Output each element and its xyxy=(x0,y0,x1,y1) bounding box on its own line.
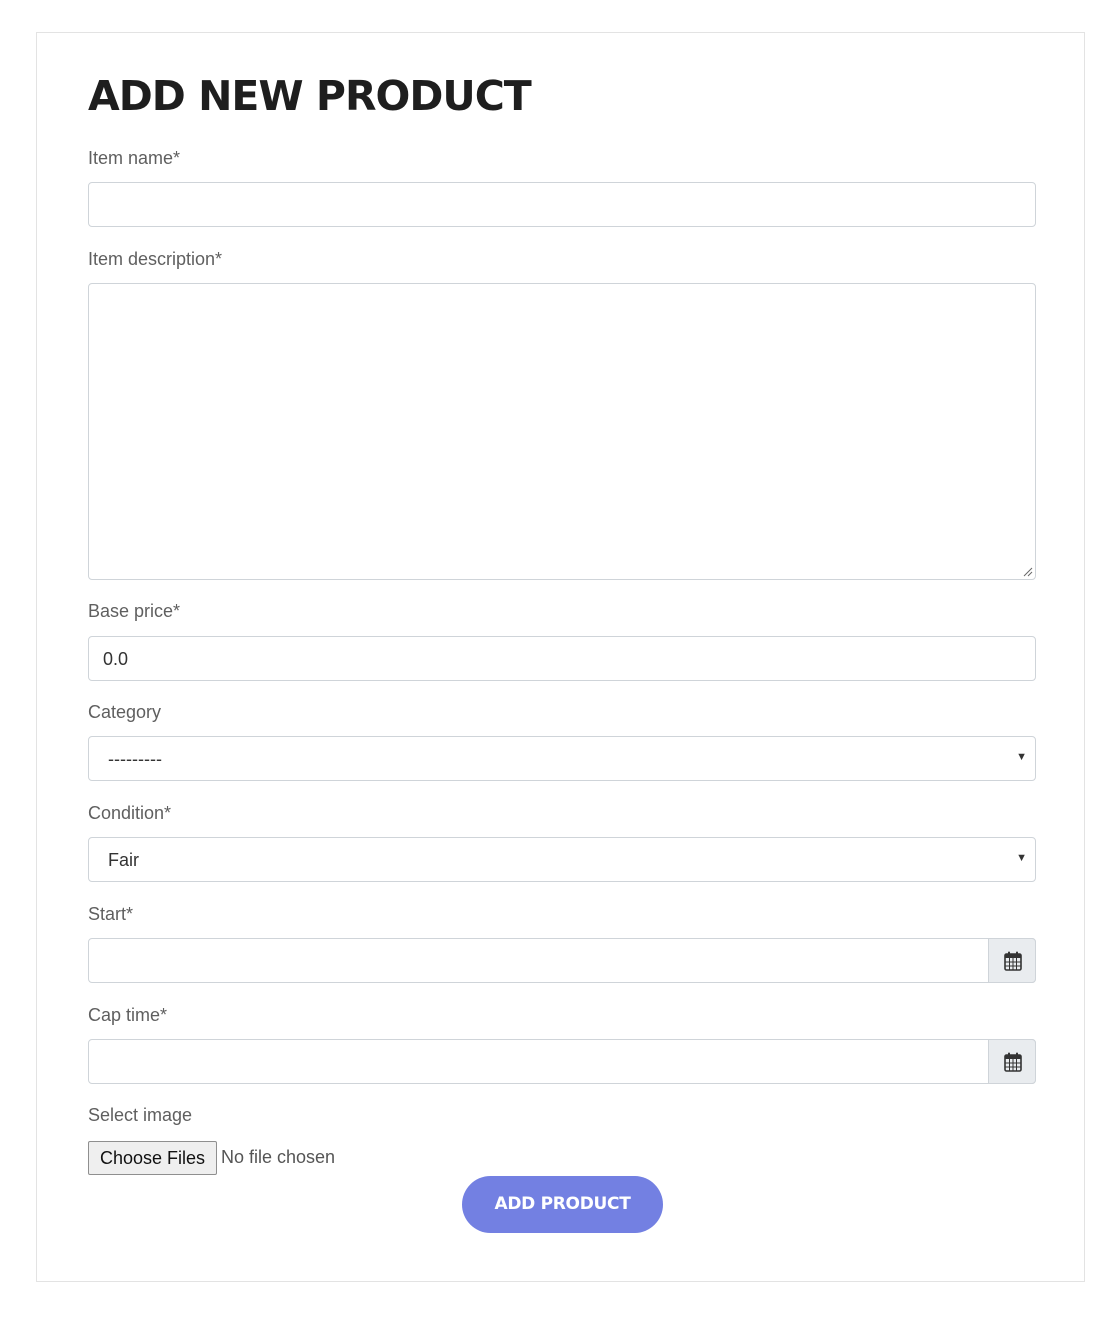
resize-grip-icon[interactable] xyxy=(1023,567,1033,577)
add-product-button[interactable]: ADD PRODUCT xyxy=(462,1176,663,1233)
item-name-label: Item name* xyxy=(88,148,181,168)
start-label: Start* xyxy=(88,904,134,924)
condition-select[interactable]: Fair ▼ xyxy=(88,837,1036,882)
file-status-text: No file chosen xyxy=(221,1147,336,1167)
cap-time-calendar-button[interactable] xyxy=(988,1039,1036,1084)
category-select[interactable]: --------- ▼ xyxy=(88,736,1036,781)
add-product-card: ADD NEW PRODUCT Item name* Item descript… xyxy=(36,32,1085,1282)
start-calendar-button[interactable] xyxy=(988,938,1036,983)
item-name-input[interactable] xyxy=(88,182,1036,227)
chevron-down-icon: ▼ xyxy=(1016,852,1027,864)
base-price-label: Base price* xyxy=(88,601,181,621)
chevron-down-icon: ▼ xyxy=(1016,751,1027,763)
category-label: Category xyxy=(88,702,162,722)
condition-label: Condition* xyxy=(88,803,172,823)
calendar-icon xyxy=(1004,1052,1022,1072)
select-image-label: Select image xyxy=(88,1105,193,1125)
condition-selected-value: Fair xyxy=(108,850,139,870)
item-description-textarea[interactable] xyxy=(88,283,1036,580)
cap-time-input[interactable] xyxy=(88,1039,1036,1084)
item-description-label: Item description* xyxy=(88,249,223,269)
choose-files-button[interactable]: Choose Files xyxy=(88,1141,217,1175)
category-selected-value: --------- xyxy=(108,749,162,769)
start-input[interactable] xyxy=(88,938,1036,983)
calendar-icon xyxy=(1004,951,1022,971)
cap-time-label: Cap time* xyxy=(88,1005,168,1025)
base-price-value: 0.0 xyxy=(103,649,129,669)
base-price-input[interactable]: 0.0 xyxy=(88,636,1036,681)
page-title: ADD NEW PRODUCT xyxy=(88,72,532,120)
